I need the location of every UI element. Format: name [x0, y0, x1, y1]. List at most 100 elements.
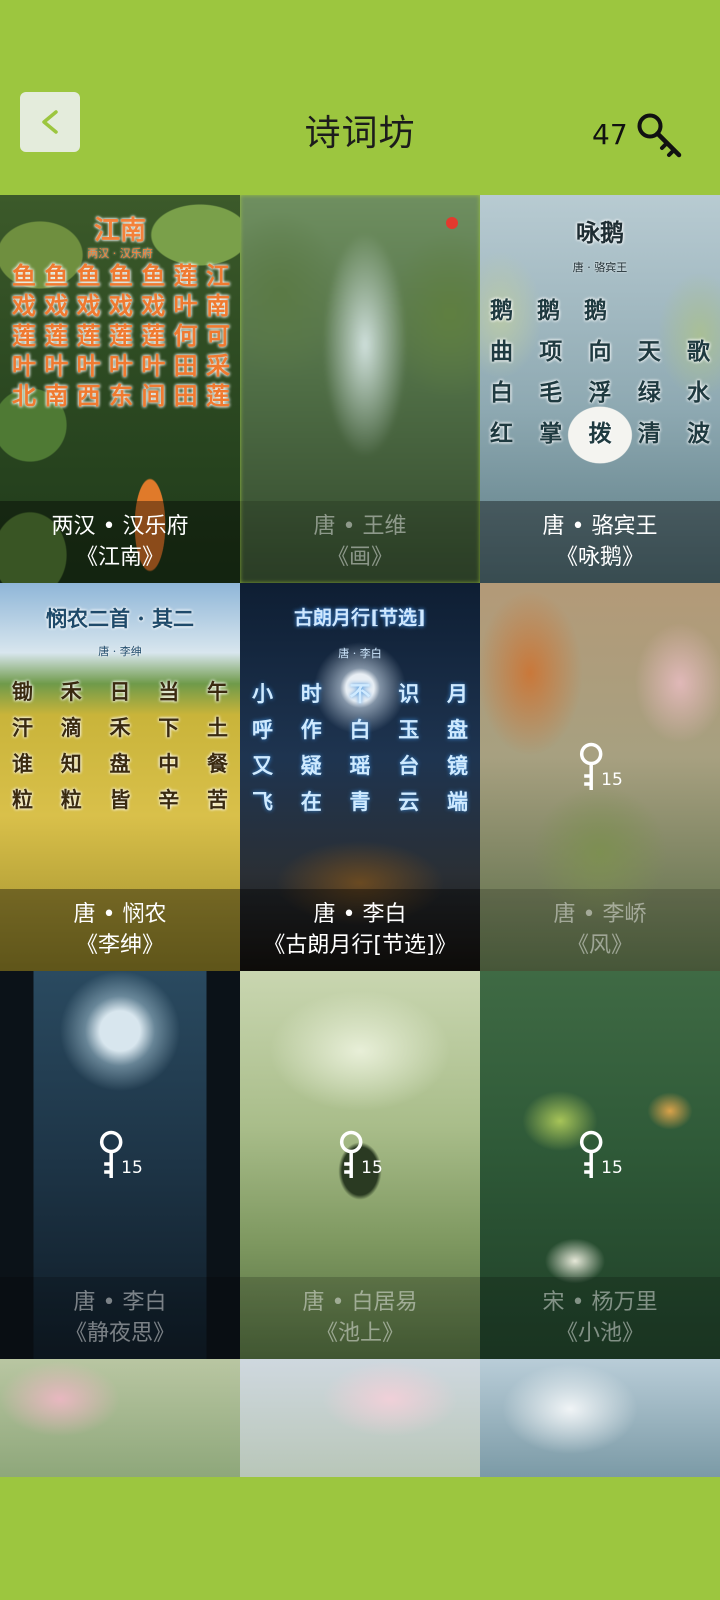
poem-character: 掌 — [539, 419, 563, 447]
card-background — [240, 1359, 480, 1477]
poem-card-partial-2[interactable] — [240, 1359, 480, 1477]
poem-character: 又 — [252, 753, 273, 778]
poem-card-jiangnan[interactable]: 江南 两汉 · 汉乐府 江南可采莲莲叶何田田鱼戏莲叶间鱼戏莲叶东鱼戏莲叶西鱼戏莲… — [0, 195, 240, 583]
unlock-cost: 15 — [601, 1158, 623, 1178]
poem-character: 谁 — [12, 751, 33, 776]
card-author: 唐 • 李白 — [313, 902, 407, 927]
poem-character: 禾 — [109, 715, 131, 740]
poem-card-yonge[interactable]: 咏鹅 唐 · 骆宾王 鹅鹅鹅曲项向天歌白毛浮绿水红掌拨清波 唐 • 骆宾王 《咏… — [480, 195, 720, 583]
poem-line: 飞在青云端 — [252, 783, 468, 819]
card-caption: 唐 • 李白 《静夜思》 — [0, 1277, 240, 1359]
poem-author: 唐 · 李绅 — [98, 645, 142, 658]
poem-line: 汗滴禾下土 — [12, 709, 228, 745]
poem-character: 在 — [300, 789, 322, 814]
poem-card-jingyesi[interactable]: 15 唐 • 李白 《静夜思》 — [0, 971, 240, 1359]
poem-character: 禾 — [60, 679, 82, 704]
poem-character: 叶 — [108, 351, 133, 380]
poem-character: 白 — [349, 717, 371, 742]
poem-heading: 咏鹅 — [576, 218, 624, 247]
poem-character: 盘 — [447, 717, 468, 742]
poem-card-partial-1[interactable] — [0, 1359, 240, 1477]
poem-line: 又疑瑶台镜 — [252, 747, 468, 783]
poem-line: 红掌拨清波 — [490, 410, 710, 451]
poem-character: 鱼 — [108, 261, 133, 290]
card-author: 唐 • 王维 — [313, 514, 407, 539]
poem-character: 波 — [687, 419, 710, 447]
poem-character: 莲 — [76, 321, 101, 350]
poem-character: 鹅 — [490, 296, 513, 324]
poem-character: 莲 — [44, 321, 69, 350]
poem-heading: 古朗月行[节选] — [294, 607, 426, 629]
new-indicator-dot — [446, 217, 458, 229]
card-author: 唐 • 李白 — [73, 1290, 167, 1315]
card-caption: 两汉 • 汉乐府 《江南》 — [0, 501, 240, 583]
poem-character: 滴 — [60, 715, 82, 740]
poem-line: 粒粒皆辛苦 — [12, 781, 228, 817]
poem-character: 作 — [300, 717, 322, 742]
poem-body: 江南可采莲莲叶何田田鱼戏莲叶间鱼戏莲叶东鱼戏莲叶西鱼戏莲叶南鱼戏莲叶北 — [12, 261, 230, 411]
poem-character: 田 — [173, 351, 198, 380]
poem-character: 月 — [447, 681, 468, 706]
card-title: 《咏鹅》 — [555, 545, 644, 570]
poem-character: 不 — [349, 681, 371, 706]
poem-column: 鱼戏莲叶东 — [109, 261, 133, 411]
poem-character: 中 — [158, 751, 180, 776]
poem-character: 盘 — [109, 751, 131, 776]
poem-character: 白 — [490, 378, 513, 406]
poem-character: 红 — [490, 419, 513, 447]
card-title: 《小池》 — [555, 1321, 644, 1346]
card-background — [0, 1359, 240, 1477]
poem-character: 莲 — [108, 321, 133, 350]
card-caption: 唐 • 李峤 《风》 — [480, 889, 720, 971]
card-author: 唐 • 悯农 — [73, 902, 167, 927]
poem-character: 玉 — [398, 717, 420, 742]
poem-line: 白毛浮绿水 — [490, 369, 710, 410]
poem-character: 南 — [205, 291, 230, 320]
unlock-cost: 15 — [601, 770, 623, 790]
poem-character: 叶 — [141, 351, 166, 380]
poem-character: 浮 — [588, 378, 612, 406]
poem-character: 锄 — [12, 679, 33, 704]
poem-body: 小 时 不 识 月呼 作 白 玉 盘又 疑 瑶 台 镜飞 在 青 云 端 — [252, 675, 468, 819]
card-title: 《江南》 — [75, 545, 164, 570]
poem-character: 戏 — [44, 291, 69, 320]
key-icon[interactable] — [636, 112, 684, 162]
poem-column: 江南可采莲 — [206, 261, 230, 411]
poem-line: 呼作白玉盘 — [252, 711, 468, 747]
poem-character: 采 — [205, 351, 230, 380]
poem-character: 天 — [637, 337, 661, 365]
poem-character: 知 — [60, 751, 82, 776]
poem-card-gulangyuexing[interactable]: 古朗月行[节选] 唐 · 李白 小 时 不 识 月呼 作 白 玉 盘又 疑 瑶 台 镜飞 在 青 云 端 唐 •… — [240, 583, 480, 971]
poem-character: 下 — [158, 715, 180, 740]
poem-line: 小时不识月 — [252, 675, 468, 711]
poem-card-feng[interactable]: 15 唐 • 李峤 《风》 — [480, 583, 720, 971]
poem-card-hua[interactable]: 唐 • 王维 《画》 — [240, 195, 480, 583]
poem-character: 叶 — [12, 351, 36, 380]
poem-character: 鱼 — [141, 261, 166, 290]
poem-card-minnong[interactable]: 悯农二首 · 其二 唐 · 李绅 锄禾日当午汗滴禾下土谁知盘中餐粒粒皆辛苦 唐 … — [0, 583, 240, 971]
poem-character: 瑶 — [349, 753, 371, 778]
poem-card-chishang[interactable]: 15 唐 • 白居易 《池上》 — [240, 971, 480, 1359]
card-caption: 唐 • 李白 《古朗月行[节选]》 — [240, 889, 480, 971]
card-author: 唐 • 李峤 — [553, 902, 647, 927]
poem-character: 云 — [398, 789, 420, 814]
poem-column: 鱼戏莲叶南 — [44, 261, 68, 411]
poem-character: 鱼 — [76, 261, 101, 290]
poem-card-xiaochi[interactable]: 15 宋 • 杨万里 《小池》 — [480, 971, 720, 1359]
poem-character: 水 — [687, 378, 710, 406]
poem-column: 鱼戏莲叶北 — [12, 261, 36, 411]
poem-character: 鱼 — [12, 261, 36, 290]
card-caption: 宋 • 杨万里 《小池》 — [480, 1277, 720, 1359]
poem-card-partial-3[interactable] — [480, 1359, 720, 1477]
card-title: 《静夜思》 — [64, 1321, 175, 1346]
card-author: 两汉 • 汉乐府 — [51, 514, 189, 539]
poem-author: 唐 · 骆宾王 — [572, 261, 628, 274]
poem-character: 江 — [205, 261, 230, 290]
poem-character: 戏 — [12, 291, 36, 320]
poem-character: 拨 — [588, 419, 612, 447]
card-caption: 唐 • 悯农 《李绅》 — [0, 889, 240, 971]
poem-character: 台 — [398, 753, 420, 778]
card-title: 《风》 — [566, 933, 633, 958]
poem-character: 莲 — [141, 321, 166, 350]
card-title: 《李绅》 — [75, 933, 164, 958]
